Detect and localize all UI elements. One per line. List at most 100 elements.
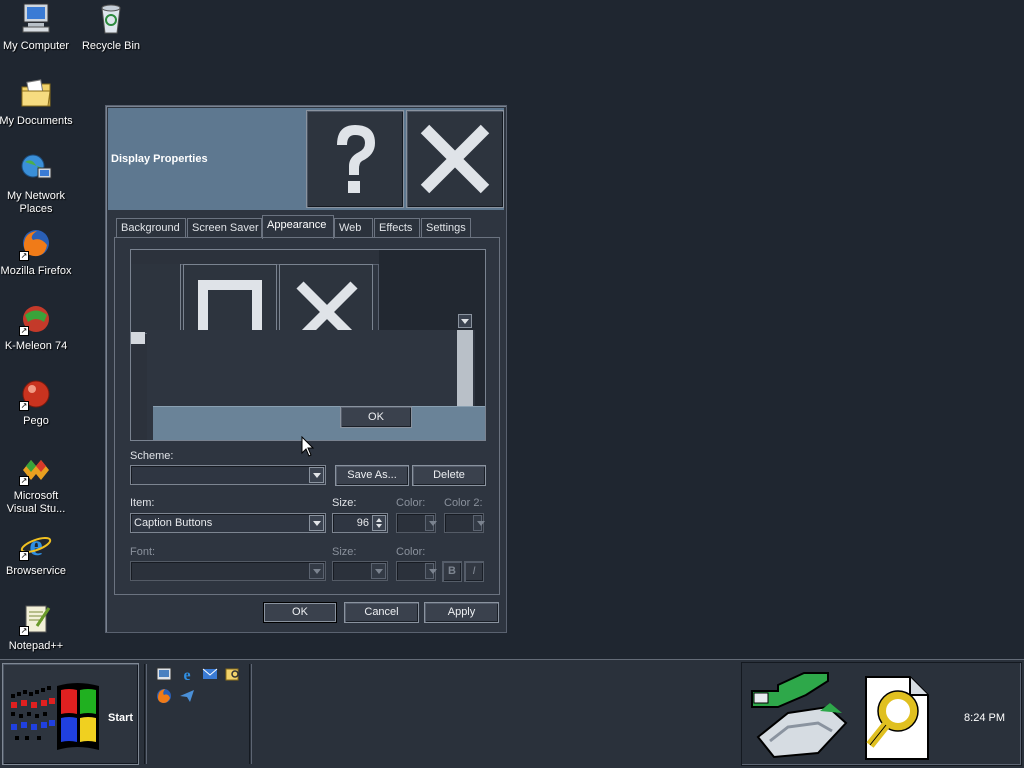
system-tray: 8:24 PM bbox=[741, 662, 1022, 766]
start-label: Start bbox=[108, 712, 134, 724]
taskbar-separator bbox=[144, 664, 147, 764]
close-x-icon bbox=[420, 124, 490, 194]
item-label: Item: bbox=[130, 497, 155, 509]
chevron-down-icon bbox=[461, 319, 469, 324]
shortcut-arrow-icon: ↗ bbox=[19, 476, 29, 486]
help-button[interactable] bbox=[306, 110, 404, 208]
font-size-label: Size: bbox=[332, 546, 357, 558]
font-size-dropdown[interactable] bbox=[332, 561, 388, 581]
preview-message-footer bbox=[153, 406, 485, 440]
close-button[interactable] bbox=[406, 110, 504, 208]
color2-picker[interactable] bbox=[444, 513, 485, 533]
tab-settings[interactable]: Settings bbox=[421, 218, 471, 238]
svg-text:e: e bbox=[183, 667, 190, 682]
icon-label: Mozilla Firefox bbox=[0, 265, 72, 277]
internet-explorer-icon[interactable]: e bbox=[179, 666, 195, 682]
send-icon[interactable] bbox=[179, 688, 195, 704]
spin-arrows-icon[interactable] bbox=[372, 515, 386, 531]
color-picker[interactable] bbox=[396, 513, 437, 533]
tab-screen-saver[interactable]: Screen Saver bbox=[187, 218, 262, 238]
desktop-icon-notepad-plus-plus[interactable]: ↗ Notepad++ bbox=[0, 602, 74, 653]
icon-label: My Network Places bbox=[6, 190, 66, 215]
network-places-icon bbox=[19, 152, 53, 186]
dialog-title: Display Properties bbox=[111, 153, 208, 165]
chevron-down-icon bbox=[371, 563, 386, 579]
cancel-button[interactable]: Cancel bbox=[344, 602, 419, 623]
taskbar: Start e 8:24 PM bbox=[0, 659, 1024, 768]
desktop-icon-k-meleon[interactable]: ↗ K-Meleon 74 bbox=[0, 302, 74, 353]
chevron-down-icon[interactable] bbox=[309, 467, 324, 483]
pego-icon: ↗ bbox=[19, 377, 53, 411]
tab-appearance[interactable]: Appearance bbox=[262, 215, 334, 239]
size-value: 96 bbox=[356, 517, 369, 529]
scheme-dropdown[interactable] bbox=[130, 465, 326, 485]
firefox-icon[interactable] bbox=[156, 688, 172, 704]
internet-explorer-icon: e ↗ bbox=[19, 527, 53, 562]
delete-button[interactable]: Delete bbox=[412, 465, 486, 486]
desktop-icon-recycle-bin[interactable]: Recycle Bin bbox=[73, 2, 149, 53]
icon-label: Pego bbox=[23, 415, 49, 427]
icon-label: Microsoft Visual Stu... bbox=[6, 490, 66, 515]
search-document-icon[interactable] bbox=[858, 673, 938, 763]
tab-background[interactable]: Background bbox=[116, 218, 186, 238]
item-dropdown[interactable]: Caption Buttons bbox=[130, 513, 326, 533]
color-label: Color: bbox=[396, 497, 426, 509]
notepad-plus-icon: ↗ bbox=[19, 602, 53, 636]
italic-button[interactable]: I bbox=[464, 561, 484, 582]
preview-ok-button: OK bbox=[340, 406, 412, 428]
explorer-search-icon[interactable] bbox=[225, 666, 241, 682]
scheme-preview: OK bbox=[130, 249, 486, 441]
icon-label: Recycle Bin bbox=[81, 40, 141, 52]
title-bar[interactable]: Display Properties bbox=[108, 108, 504, 210]
item-value: Caption Buttons bbox=[134, 517, 213, 529]
desktop-icon-my-network-places[interactable]: My Network Places bbox=[0, 152, 74, 216]
chevron-down-icon bbox=[473, 515, 485, 531]
icon-label: My Computer bbox=[2, 40, 70, 52]
clock[interactable]: 8:24 PM bbox=[964, 712, 1005, 724]
desktop-icon-pego[interactable]: ↗ Pego bbox=[0, 377, 74, 428]
preview-scrollbar bbox=[457, 330, 473, 406]
desktop-icon-browservice[interactable]: e ↗ Browservice bbox=[0, 527, 74, 578]
preview-close-button bbox=[279, 264, 373, 332]
font-dropdown[interactable] bbox=[130, 561, 326, 581]
preview-scroll-arrow bbox=[458, 314, 472, 328]
desktop-icon-mozilla-firefox[interactable]: ↗ Mozilla Firefox bbox=[0, 227, 74, 278]
apply-button[interactable]: Apply bbox=[424, 602, 499, 623]
chevron-down-icon[interactable] bbox=[309, 515, 324, 531]
size-spinner[interactable]: 96 bbox=[332, 513, 388, 533]
scheme-label: Scheme: bbox=[130, 450, 174, 462]
network-connection-icon[interactable] bbox=[748, 667, 852, 763]
preview-minimize-button bbox=[131, 264, 181, 332]
appearance-panel: OK Scheme: Save As... Delete Item: Capti… bbox=[114, 237, 500, 595]
shortcut-arrow-icon: ↗ bbox=[19, 626, 29, 636]
question-mark-icon bbox=[337, 125, 375, 193]
desktop-icon[interactable] bbox=[156, 666, 172, 682]
icon-label: My Documents bbox=[0, 115, 73, 127]
desktop-icon-visual-studio[interactable]: ↗ Microsoft Visual Stu... bbox=[0, 452, 74, 516]
font-color-label: Color: bbox=[396, 546, 426, 558]
outlook-express-icon[interactable] bbox=[202, 666, 218, 682]
shortcut-arrow-icon: ↗ bbox=[19, 401, 29, 411]
bold-button[interactable]: B bbox=[442, 561, 462, 582]
visual-studio-icon: ↗ bbox=[19, 452, 53, 486]
chevron-down-icon bbox=[425, 515, 437, 531]
taskbar-separator bbox=[249, 664, 252, 764]
desktop-icon-my-documents[interactable]: My Documents bbox=[0, 77, 74, 128]
start-button[interactable]: Start bbox=[2, 663, 139, 765]
icon-label: Browservice bbox=[6, 565, 66, 577]
size-label: Size: bbox=[332, 497, 357, 509]
chevron-down-icon bbox=[309, 563, 324, 579]
font-color-picker[interactable] bbox=[396, 561, 437, 581]
shortcut-arrow-icon: ↗ bbox=[19, 551, 29, 561]
computer-icon bbox=[19, 2, 53, 36]
folder-documents-icon bbox=[19, 77, 53, 111]
mouse-cursor-icon bbox=[301, 436, 315, 457]
ok-button[interactable]: OK bbox=[263, 602, 337, 623]
desktop-icon-my-computer[interactable]: My Computer bbox=[0, 2, 74, 53]
icon-label: K-Meleon 74 bbox=[4, 340, 68, 352]
tab-web[interactable]: Web bbox=[334, 218, 373, 238]
chevron-down-icon bbox=[425, 563, 437, 579]
tab-effects[interactable]: Effects bbox=[374, 218, 420, 238]
save-as-button[interactable]: Save As... bbox=[335, 465, 409, 486]
color2-label: Color 2: bbox=[444, 497, 483, 509]
